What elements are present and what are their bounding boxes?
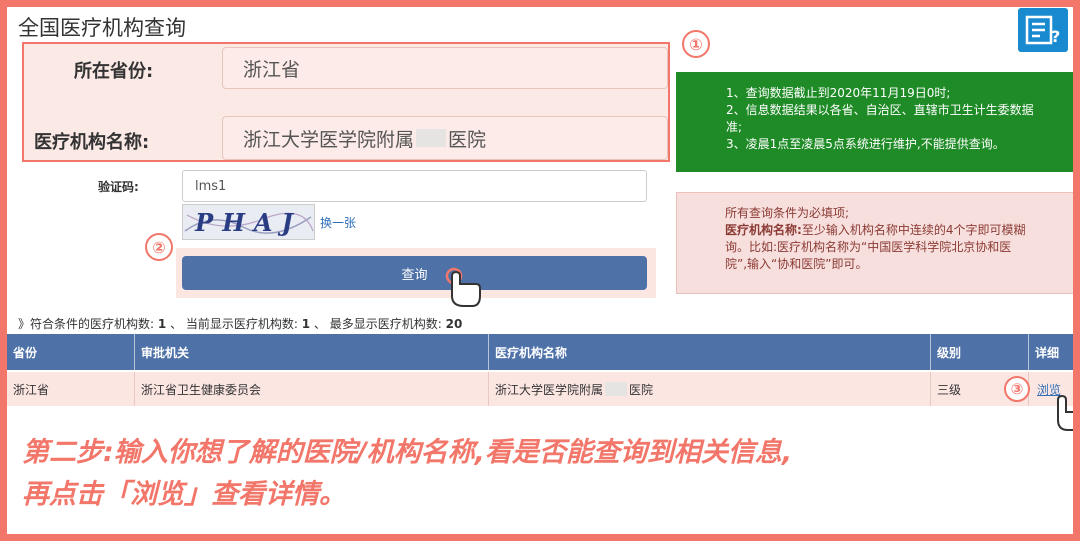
institution-name-label: 医疗机构名称: xyxy=(34,132,150,153)
province-value: 浙江省 xyxy=(243,58,301,81)
summary-text: 、 当前显示医疗机构数: xyxy=(170,317,298,331)
pointer-hand-icon xyxy=(440,266,484,318)
tip-line: 院”,输入“协和医院”即可。 xyxy=(725,257,868,271)
summary-text: 》符合条件的医疗机构数: xyxy=(18,317,155,331)
summary-shown-count: 1 xyxy=(301,317,311,331)
institution-name-value-suffix: 医院 xyxy=(448,128,487,151)
captcha-input-value: lms1 xyxy=(195,178,227,194)
captcha-refresh-link[interactable]: 换一张 xyxy=(320,214,356,231)
cell-authority: 浙江省卫生健康委员会 xyxy=(135,372,489,406)
notice-panel: 1、查询数据截止到2020年11月19日0时; 2、信息数据结果以各省、自治区、… xyxy=(676,72,1080,172)
help-icon[interactable]: ? xyxy=(1018,8,1068,52)
result-summary: 》符合条件的医疗机构数: 1 、 当前显示医疗机构数: 1 、 最多显示医疗机构… xyxy=(18,315,462,332)
svg-text:?: ? xyxy=(1051,27,1060,45)
column-header-province: 省份 xyxy=(7,334,135,370)
instruction-caption: 第二步:输入你想了解的医院/机构名称,看是否能查询到相关信息, 再点击「浏览」查… xyxy=(22,432,1062,516)
cell-name-suffix: 医院 xyxy=(629,382,654,397)
tip-bold-label: 医疗机构名称: xyxy=(725,223,802,237)
institution-name-input[interactable]: 浙江大学医学院附属 医院 xyxy=(222,116,668,160)
cell-name-prefix: 浙江大学医学院附属 xyxy=(495,382,604,397)
summary-max-count: 20 xyxy=(445,317,463,331)
submit-button[interactable]: 查询 xyxy=(182,256,647,290)
notice-line: 1、查询数据截止到2020年11月19日0时; xyxy=(726,86,951,100)
redaction-mask xyxy=(416,129,447,147)
caption-line: 再点击「浏览」查看详情。 xyxy=(22,479,346,510)
column-header-level: 级别 xyxy=(931,334,1029,370)
notice-line: 3、凌晨1点至凌晨5点系统进行维护,不能提供查询。 xyxy=(726,137,1005,151)
captcha-image[interactable]: PHAJ xyxy=(182,204,315,240)
step-marker-2: ② xyxy=(145,233,173,261)
table-row: 浙江省 浙江省卫生健康委员会 浙江大学医学院附属 医院 三级 浏览 xyxy=(7,372,1073,406)
column-header-detail: 详细 xyxy=(1035,345,1060,360)
captcha-input[interactable]: lms1 xyxy=(182,170,647,202)
notice-line: 2、信息数据结果以各省、自治区、直辖市卫生计生委数据 xyxy=(726,103,1034,117)
search-tips-panel: 所有查询条件为必填项; 医疗机构名称:至少输入机构名称中连续的4个字即可模糊 询… xyxy=(676,192,1080,294)
institution-name-value-prefix: 浙江大学医学院附属 xyxy=(243,128,415,151)
tip-line-wrapper: 医疗机构名称:至少输入机构名称中连续的4个字即可模糊 xyxy=(725,222,1069,239)
captcha-image-text: PHAJ xyxy=(195,207,302,237)
caption-line: 第二步:输入你想了解的医院/机构名称,看是否能查询到相关信息, xyxy=(22,437,793,468)
column-header-name: 医疗机构名称 xyxy=(489,334,931,370)
notice-line: 准; xyxy=(726,120,743,134)
redaction-mask xyxy=(605,382,628,396)
tip-line: 所有查询条件为必填项; xyxy=(725,206,850,220)
summary-text: 、 最多显示医疗机构数: xyxy=(313,317,442,331)
cell-province: 浙江省 xyxy=(7,372,135,406)
tip-line: 询。比如:医疗机构名称为“中国医学科学院北京协和医 xyxy=(725,240,1012,254)
captcha-label: 验证码: xyxy=(98,180,139,194)
tip-line: 至少输入机构名称中连续的4个字即可模糊 xyxy=(801,223,1026,237)
province-label: 所在省份: xyxy=(74,61,154,82)
step-marker-1: ① xyxy=(682,30,710,58)
results-table-header: 省份 审批机关 医疗机构名称 级别 详细 xyxy=(7,334,1073,370)
summary-matched-count: 1 xyxy=(157,317,167,331)
cell-institution-name: 浙江大学医学院附属 医院 xyxy=(489,372,931,406)
step-marker-3: ③ xyxy=(1004,376,1030,402)
page-title: 全国医疗机构查询 xyxy=(18,16,186,40)
column-header-authority: 审批机关 xyxy=(135,334,489,370)
province-select[interactable]: 浙江省 xyxy=(222,47,668,89)
